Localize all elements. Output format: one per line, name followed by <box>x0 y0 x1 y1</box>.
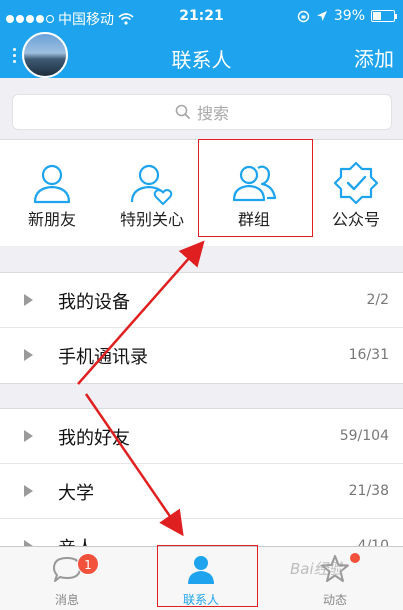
contacts-person-icon <box>188 556 214 584</box>
tab-bar: 1 消息 联系人 动态 <box>0 546 403 610</box>
battery-percent: 39% <box>333 8 365 24</box>
groups-button[interactable]: 群组 <box>206 140 302 246</box>
nav-bar: 联系人 添加 <box>0 32 403 78</box>
chevron-right-icon <box>24 294 33 306</box>
tab-contacts[interactable]: 联系人 <box>134 547 268 610</box>
list-item[interactable]: 大学 21/38 <box>0 464 403 519</box>
person-heart-icon <box>130 164 173 205</box>
group-count: 16/31 <box>348 347 389 363</box>
list-item[interactable]: 手机通讯录 16/31 <box>0 328 403 383</box>
quick-label: 特别关心 <box>119 210 184 229</box>
star-icon <box>321 555 349 582</box>
status-right: 39% <box>297 8 397 24</box>
quick-label: 公众号 <box>331 210 380 229</box>
official-accounts-button[interactable]: 公众号 <box>308 140 403 246</box>
battery-icon <box>371 10 397 22</box>
chevron-right-icon <box>24 485 33 497</box>
group-count: 59/104 <box>339 428 389 444</box>
chevron-right-icon <box>24 349 33 361</box>
new-activity-dot <box>350 553 360 563</box>
group-name: 我的好友 <box>58 428 130 449</box>
status-bar: 中国移动 21:21 39% <box>0 0 403 34</box>
rotation-lock-icon <box>297 10 310 22</box>
list-item[interactable]: 我的设备 2/2 <box>0 273 403 328</box>
tab-label: 联系人 <box>182 593 219 607</box>
tab-label: 动态 <box>322 593 347 607</box>
page-title: 联系人 <box>171 48 232 72</box>
add-button[interactable]: 添加 <box>354 43 394 72</box>
group-list-2: 我的好友 59/104 大学 21/38 亲人 4/10 <box>0 408 403 568</box>
quick-actions: 新朋友 特别关心 群组 公众号 <box>0 140 403 246</box>
group-name: 我的设备 <box>58 292 130 313</box>
tab-feed[interactable]: 动态 <box>268 547 402 610</box>
group-icon <box>232 165 277 202</box>
quick-label: 群组 <box>237 210 270 229</box>
search-input[interactable]: 搜索 <box>12 94 392 130</box>
person-icon <box>33 164 71 204</box>
group-name: 大学 <box>58 483 94 504</box>
tab-messages[interactable]: 1 消息 <box>0 547 134 610</box>
badge-check-icon <box>333 161 379 205</box>
chevron-right-icon <box>24 430 33 442</box>
group-list-1: 我的设备 2/2 手机通讯录 16/31 <box>0 272 403 384</box>
list-item[interactable]: 我的好友 59/104 <box>0 409 403 464</box>
group-count: 2/2 <box>366 292 389 308</box>
search-bar-area: 搜索 <box>0 78 403 140</box>
search-icon <box>175 104 191 120</box>
special-care-button[interactable]: 特别关心 <box>104 140 200 246</box>
unread-badge: 1 <box>77 553 99 575</box>
new-friends-button[interactable]: 新朋友 <box>4 140 100 246</box>
tab-label: 消息 <box>54 593 79 607</box>
group-count: 21/38 <box>348 483 389 499</box>
location-arrow-icon <box>316 11 327 21</box>
search-placeholder: 搜索 <box>196 104 229 123</box>
group-name: 手机通讯录 <box>58 347 148 368</box>
